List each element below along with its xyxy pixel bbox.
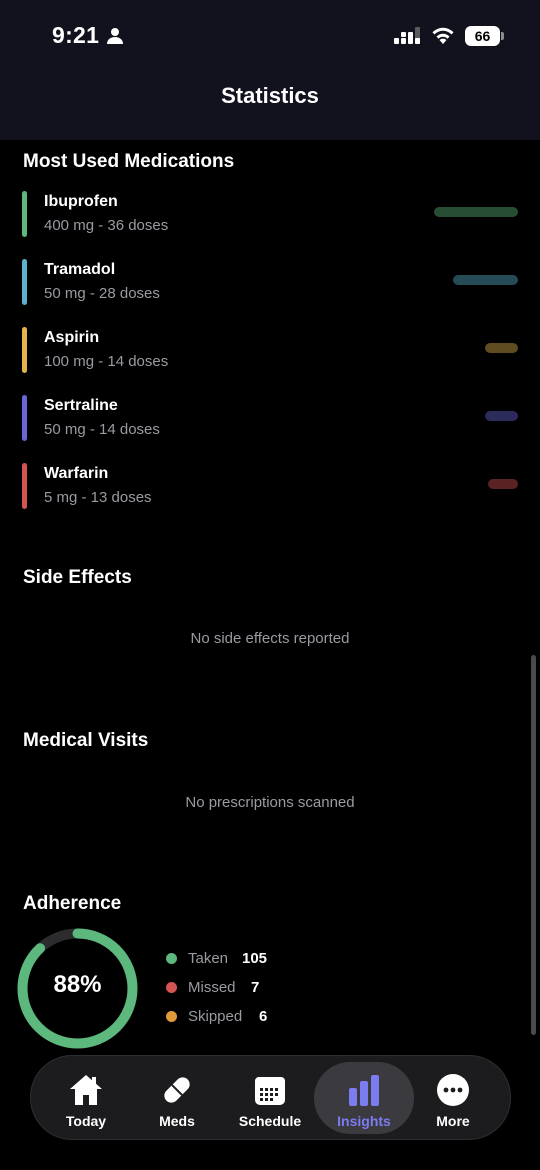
medical-visits-empty-message: No prescriptions scanned xyxy=(185,794,355,811)
medication-color-stripe xyxy=(22,327,27,373)
medical-visits-title: Medical Visits xyxy=(23,730,149,751)
medication-item-sertraline[interactable]: Sertraline 50 mg - 14 doses xyxy=(22,395,522,443)
medication-item-aspirin[interactable]: Aspirin 100 mg - 14 doses xyxy=(22,327,522,375)
medication-detail: 5 mg - 13 doses xyxy=(44,489,152,506)
legend-label: Missed xyxy=(188,979,236,996)
legend-value: 6 xyxy=(259,1008,268,1025)
tab-label: More xyxy=(436,1113,470,1129)
wifi-icon xyxy=(432,27,454,44)
medication-item-ibuprofen[interactable]: Ibuprofen 400 mg - 36 doses xyxy=(22,191,522,239)
medication-item-warfarin[interactable]: Warfarin 5 mg - 13 doses xyxy=(22,463,522,511)
legend-value: 105 xyxy=(242,950,268,967)
medication-usage-bar xyxy=(488,479,518,489)
medication-usage-bar xyxy=(453,275,518,285)
house-icon xyxy=(70,1075,102,1105)
top-bar: 9:21 66 Statistics xyxy=(0,0,540,140)
medication-color-stripe xyxy=(22,395,27,441)
tab-label: Schedule xyxy=(238,1113,302,1129)
person-icon xyxy=(107,28,123,44)
medication-usage-bar xyxy=(485,343,518,353)
medication-detail: 50 mg - 14 doses xyxy=(44,421,160,438)
medication-color-stripe xyxy=(22,191,27,237)
adherence-title: Adherence xyxy=(23,893,122,914)
medication-detail: 400 mg - 36 doses xyxy=(44,217,169,234)
medication-detail: 50 mg - 28 doses xyxy=(44,285,160,302)
medication-item-tramadol[interactable]: Tramadol 50 mg - 28 doses xyxy=(22,259,522,307)
cellular-signal-icon xyxy=(394,27,420,44)
tab-schedule[interactable]: Schedule xyxy=(220,1060,320,1136)
missed-dot xyxy=(166,982,177,993)
most-used-medications-title: Most Used Medications xyxy=(23,151,235,172)
legend-label: Skipped xyxy=(188,1008,243,1025)
calendar-icon xyxy=(255,1077,285,1105)
medication-name: Aspirin xyxy=(44,329,100,346)
taken-dot xyxy=(166,953,177,964)
bar-chart-icon xyxy=(349,1075,379,1106)
tab-today[interactable]: Today xyxy=(36,1060,136,1136)
side-effects-title: Side Effects xyxy=(23,567,132,588)
medication-usage-bar xyxy=(434,207,518,217)
medication-detail: 100 mg - 14 doses xyxy=(44,353,169,370)
battery-level: 66 xyxy=(465,26,500,46)
adherence-percent: 88% xyxy=(53,971,102,998)
tab-more[interactable]: More xyxy=(403,1060,503,1136)
tab-bar: Today Meds Schedule Insights More xyxy=(30,1055,511,1140)
pill-icon xyxy=(164,1077,190,1103)
tab-label: Insights xyxy=(337,1113,391,1129)
page-title: Statistics xyxy=(221,83,319,108)
medication-name: Warfarin xyxy=(44,465,109,482)
medication-usage-bar xyxy=(485,411,518,421)
medication-name: Tramadol xyxy=(44,261,116,278)
medication-name: Sertraline xyxy=(44,397,118,414)
tab-label: Today xyxy=(65,1113,107,1129)
side-effects-empty-message: No side effects reported xyxy=(190,630,350,647)
legend-label: Taken xyxy=(188,950,229,967)
medication-name: Ibuprofen xyxy=(44,193,118,210)
medication-color-stripe xyxy=(22,463,27,509)
tab-insights[interactable]: Insights xyxy=(314,1060,414,1136)
status-time: 9:21 xyxy=(52,22,100,48)
tab-meds[interactable]: Meds xyxy=(127,1060,227,1136)
more-icon xyxy=(437,1074,469,1106)
battery-cap xyxy=(501,32,504,40)
scrollbar[interactable] xyxy=(531,655,536,1035)
medication-color-stripe xyxy=(22,259,27,305)
skipped-dot xyxy=(166,1011,177,1022)
legend-value: 7 xyxy=(251,979,260,996)
battery-indicator: 66 xyxy=(465,26,505,46)
statistics-screen: 9:21 66 Statistics Most Used Medications… xyxy=(0,0,540,1170)
tab-label: Meds xyxy=(159,1113,195,1129)
